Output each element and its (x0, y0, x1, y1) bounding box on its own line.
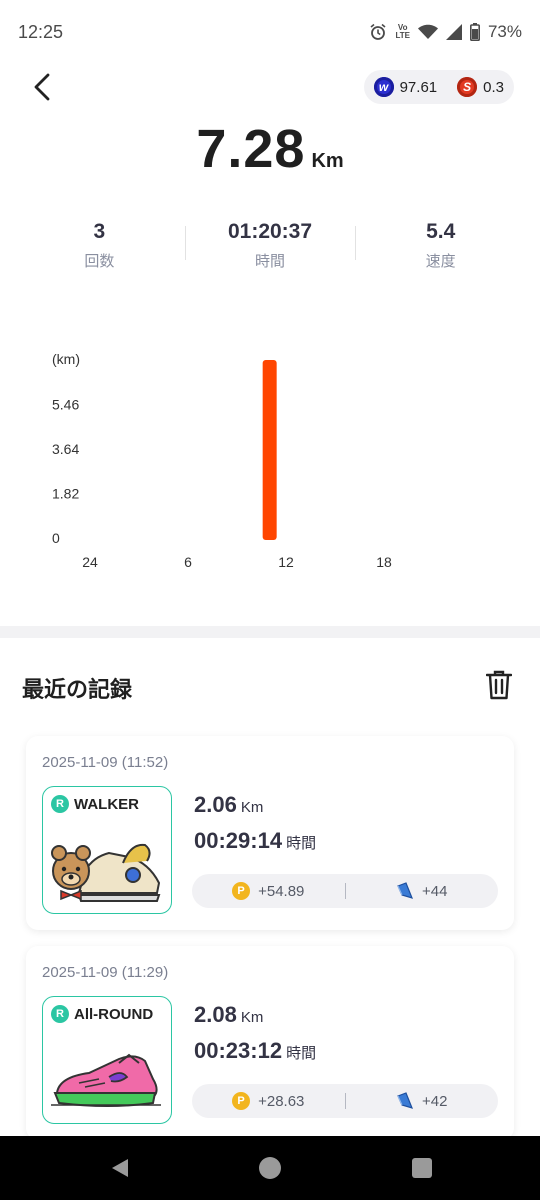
total-distance-unit: Km (311, 150, 344, 172)
delete-button[interactable] (485, 670, 516, 704)
x-tick-label: 12 (278, 554, 294, 570)
point-coin-icon: P (232, 882, 251, 900)
x-tick-label: 24 (82, 554, 98, 570)
system-nav-bar (0, 1136, 540, 1200)
points-reward: P +54.89 (192, 882, 345, 900)
y-tick-label: 3.64 (52, 441, 79, 457)
shoe-type: WALKER (74, 795, 139, 813)
shoe-tag: R WALKER (51, 795, 139, 813)
signal-icon (445, 24, 462, 40)
s-token-icon: S (457, 77, 478, 97)
y-unit-label: (km) (52, 351, 80, 367)
status-bar: 12:25 Vo LTE 73% (0, 0, 540, 64)
record-card[interactable]: 2025-11-09 (11:29) R All-ROUND 2.08 Km 00… (26, 946, 514, 1140)
nav-home-icon[interactable] (258, 1156, 282, 1180)
token-balance-pill[interactable]: w 97.61 S 0.3 (363, 70, 514, 104)
stat-time-value: 01:20:37 (227, 220, 313, 243)
volte-icon: Vo LTE (395, 23, 410, 40)
points-value: +54.89 (258, 882, 305, 900)
distance-chart: (km) 0 1.82 3.64 5.46 24 6 12 18 (52, 351, 392, 570)
gems-value: +44 (422, 882, 448, 900)
w-token-balance: 97.61 (399, 78, 438, 96)
stat-speed: 5.4 速度 (355, 220, 526, 271)
x-tick-label: 6 (184, 554, 192, 570)
back-button[interactable] (26, 70, 58, 104)
stat-speed-value: 5.4 (426, 220, 456, 243)
chevron-left-icon (34, 73, 50, 101)
blue-gem-icon (397, 882, 414, 899)
shoe-card[interactable]: R All-ROUND (42, 996, 172, 1124)
stat-count: 3 回数 (14, 220, 185, 271)
record-date: 2025-11-09 (11:29) (42, 964, 169, 981)
section-divider (0, 626, 540, 638)
wifi-icon (417, 24, 438, 39)
gems-value: +42 (422, 1092, 448, 1110)
rarity-badge: R (51, 1005, 69, 1023)
nav-back-icon[interactable] (108, 1156, 132, 1180)
record-time: 00:23:12 時間 (194, 1038, 317, 1063)
reward-bar: P +54.89 +44 (192, 874, 498, 908)
points-value: +28.63 (258, 1092, 305, 1110)
stat-time-label: 時間 (255, 253, 286, 270)
stat-count-label: 回数 (84, 253, 115, 270)
total-distance: 7.28 Km (0, 118, 540, 180)
rarity-badge: R (51, 795, 69, 813)
stat-speed-label: 速度 (425, 253, 456, 270)
total-distance-value: 7.28 (196, 119, 306, 179)
record-distance: 2.08 Km (194, 1002, 264, 1027)
recent-records-title: 最近の記録 (22, 677, 133, 702)
w-token-icon: w (373, 77, 394, 97)
x-tick-label: 18 (376, 554, 392, 570)
y-tick-label: 1.82 (52, 486, 79, 502)
status-icons: Vo LTE 73% (369, 22, 522, 42)
battery-level: 73% (487, 22, 522, 41)
shoe-card[interactable]: R WALKER (42, 786, 172, 914)
record-card[interactable]: 2025-11-09 (11:52) R WALKER 2.06 Km 00:29… (26, 736, 514, 930)
gems-reward: +42 (346, 1092, 499, 1110)
nav-recents-icon[interactable] (410, 1156, 434, 1180)
trash-icon (485, 670, 513, 700)
battery-icon (469, 23, 480, 41)
y-tick-label: 5.46 (52, 397, 79, 413)
shoe-type: All-ROUND (74, 1005, 154, 1023)
shoe-tag: R All-ROUND (51, 1005, 153, 1023)
blue-gem-icon (397, 1092, 414, 1109)
s-token-balance: 0.3 (483, 78, 504, 96)
chart-bar (262, 360, 277, 540)
status-time: 12:25 (18, 22, 64, 42)
record-distance: 2.06 Km (194, 792, 264, 817)
stat-time: 01:20:37 時間 (184, 220, 356, 271)
record-date: 2025-11-09 (11:52) (42, 754, 169, 771)
stat-count-value: 3 (93, 220, 106, 243)
gems-reward: +44 (346, 882, 499, 900)
pink-sneaker-illustration (51, 1053, 161, 1107)
record-time: 00:29:14 時間 (194, 828, 317, 853)
point-coin-icon: P (232, 1092, 251, 1110)
stats-row: 3 回数 01:20:37 時間 5.4 速度 (14, 220, 526, 271)
points-reward: P +28.63 (192, 1092, 345, 1110)
reward-bar: P +28.63 +42 (192, 1084, 498, 1118)
bear-sneaker-illustration (51, 843, 161, 902)
y-tick-label: 0 (52, 530, 60, 546)
alarm-icon (370, 23, 386, 40)
